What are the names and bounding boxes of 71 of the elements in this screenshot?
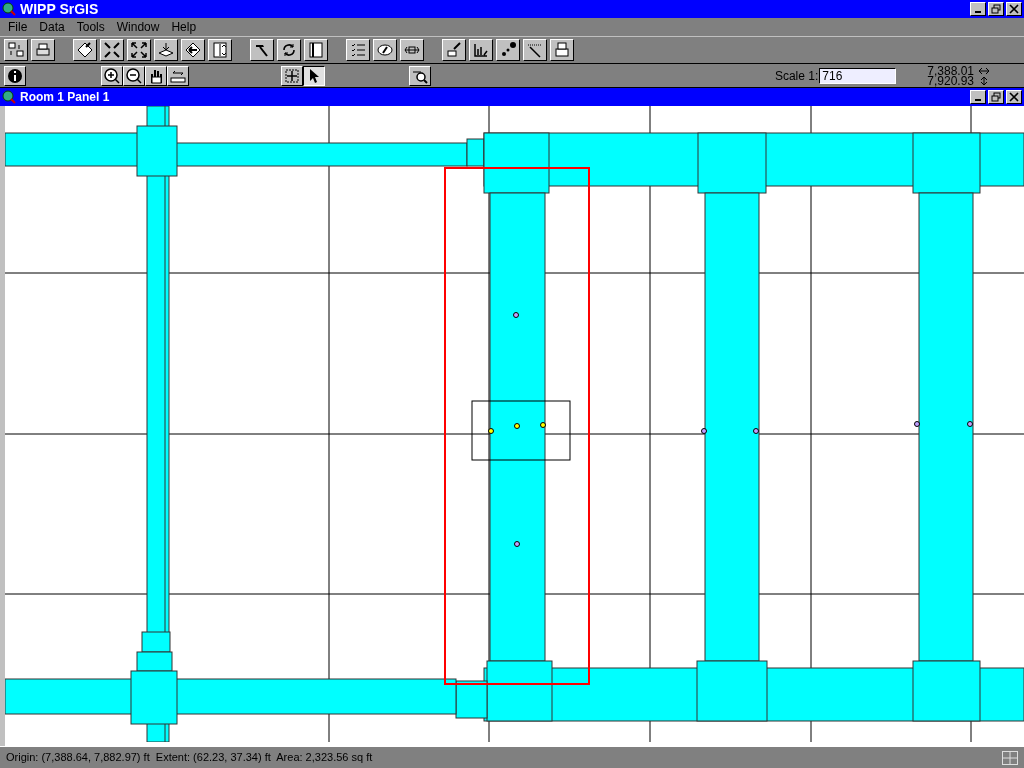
list-button[interactable] [346, 39, 370, 61]
shrink-button[interactable] [100, 39, 124, 61]
measure-button[interactable] [523, 39, 547, 61]
shrink-icon [103, 41, 121, 59]
expand-button[interactable] [127, 39, 151, 61]
info-button[interactable] [4, 65, 26, 86]
restore-icon [991, 4, 1001, 14]
minimize-icon [975, 99, 981, 101]
hammer-button[interactable] [250, 39, 274, 61]
menu-item[interactable]: Data [33, 18, 71, 36]
chart-icon [472, 41, 490, 59]
refresh-icon [280, 41, 298, 59]
zoom-out-button[interactable] [123, 65, 145, 86]
restore-button[interactable] [988, 90, 1004, 104]
dots-button[interactable] [496, 39, 520, 61]
print-button[interactable] [31, 39, 55, 61]
globe-icon [2, 2, 16, 16]
y-coordinate: 7,920.93 [927, 75, 974, 86]
select-box-button[interactable] [281, 65, 303, 86]
menu-item[interactable]: Window [110, 18, 166, 36]
hand-button[interactable] [145, 65, 167, 86]
printer-icon [553, 41, 571, 59]
zoom-in-button[interactable] [101, 65, 123, 86]
back-button[interactable] [181, 39, 205, 61]
wand-button[interactable] [442, 39, 466, 61]
back-icon [184, 41, 202, 59]
vertical-arrow-icon [978, 75, 990, 86]
pointer-button[interactable] [303, 65, 325, 86]
status-text: Origin: (7,388.64, 7,882.97) ft Extent: (62.23, 37.34) ft Area: 2,323.56 sq ft [6, 750, 374, 766]
panel-icon [307, 41, 325, 59]
select-box-icon [283, 66, 301, 85]
restore-icon [991, 92, 1001, 102]
child-window-title: Room 1 Panel 1 [20, 89, 111, 106]
minimize-button[interactable] [970, 90, 986, 104]
swap-button[interactable] [4, 39, 28, 61]
printer-button[interactable] [550, 39, 574, 61]
wand-icon [445, 41, 463, 59]
refresh-button[interactable] [277, 39, 301, 61]
restore-button[interactable] [988, 2, 1004, 16]
close-button[interactable] [1006, 2, 1022, 16]
menu-item[interactable]: Tools [70, 18, 111, 36]
close-icon [1009, 92, 1019, 102]
globe-icon [2, 90, 16, 104]
menu-item[interactable]: File [2, 18, 34, 36]
list-icon [349, 41, 367, 59]
x-coordinate: 7,388.01 [927, 65, 974, 76]
close-button[interactable] [1006, 90, 1022, 104]
layers-button[interactable] [154, 39, 178, 61]
info-icon [6, 66, 24, 85]
chart-button[interactable] [469, 39, 493, 61]
minimize-button[interactable] [970, 2, 986, 16]
print-icon [34, 41, 52, 59]
zoom-in-icon [103, 66, 121, 85]
link-button[interactable] [400, 39, 424, 61]
window-title: WIPP SrGIS [20, 0, 100, 19]
gauge-button[interactable] [373, 39, 397, 61]
dots-icon [499, 41, 517, 59]
close-icon [1009, 4, 1019, 14]
link-search-button[interactable] [409, 65, 431, 86]
measure-icon [526, 41, 544, 59]
zoom-in-diamond-button[interactable] [73, 39, 97, 61]
panel-button[interactable] [304, 39, 328, 61]
scale-label: Scale 1: [774, 67, 819, 85]
zoom-out-icon [125, 66, 143, 85]
minimize-icon [975, 11, 981, 13]
pan-vertical-button[interactable] [208, 39, 232, 61]
expand-icon [130, 41, 148, 59]
horizontal-arrow-icon [978, 66, 990, 75]
grid-icon [1002, 750, 1018, 765]
scale-input[interactable]: 716 [819, 67, 897, 84]
menu-item[interactable]: Help [165, 18, 203, 36]
